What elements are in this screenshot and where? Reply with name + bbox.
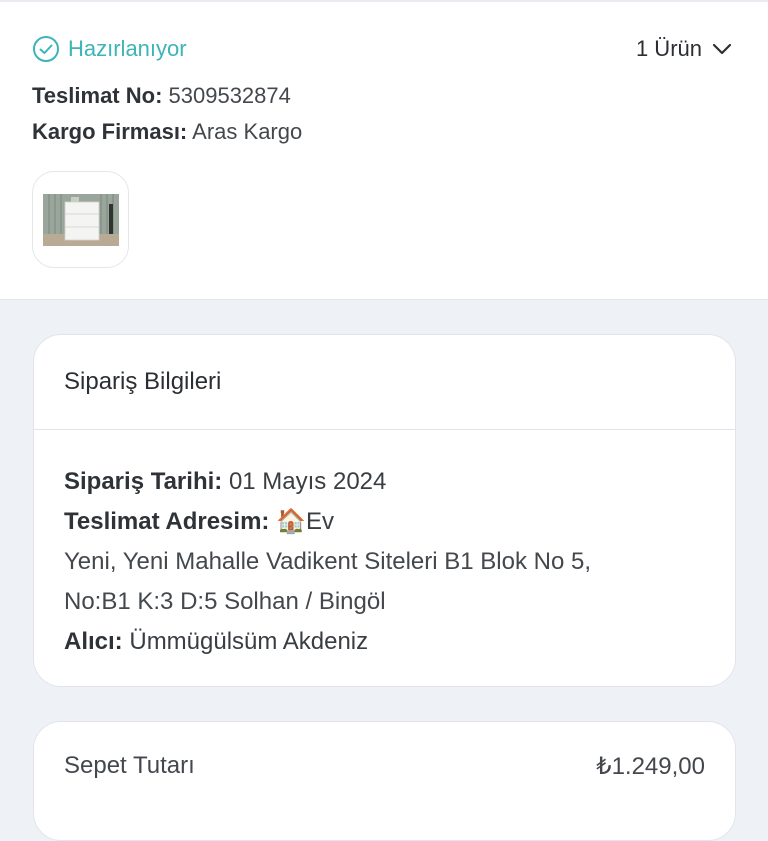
shipment-status: Hazırlanıyor xyxy=(32,35,187,63)
product-thumbnail[interactable] xyxy=(32,171,129,268)
basket-total-amount: ₺1.249,00 xyxy=(596,753,705,780)
item-count-label: 1 Ürün xyxy=(635,36,702,61)
carrier-label: Kargo Firması: xyxy=(32,119,188,144)
address-name: Ev xyxy=(305,508,334,535)
address-line-1: Yeni, Yeni Mahalle Vadikent Siteleri B1 … xyxy=(64,548,592,575)
carrier-value: Aras Kargo xyxy=(192,119,303,144)
recipient-label: Alıcı: xyxy=(64,628,123,655)
delivery-number: Teslimat No: 5309532874 xyxy=(32,83,291,109)
recipient-row: Alıcı: Ümmügülsüm Akdeniz xyxy=(64,622,705,662)
chevron-down-icon xyxy=(712,36,732,62)
basket-total-row: Sepet Tutarı ₺1.249,00 xyxy=(64,752,705,781)
payment-summary-card: Sepet Tutarı ₺1.249,00 xyxy=(33,721,736,841)
delivery-number-label: Teslimat No: xyxy=(32,83,163,108)
item-count-toggle[interactable]: 1 Ürün xyxy=(636,36,732,62)
order-info-card: Sipariş Bilgileri Sipariş Tarihi: 01 May… xyxy=(33,334,736,687)
delivery-address-label: Teslimat Adresim: xyxy=(64,508,270,535)
order-info-title: Sipariş Bilgileri xyxy=(34,335,735,430)
order-date-value: 01 Mayıs 2024 xyxy=(228,468,387,495)
basket-total-label: Sepet Tutarı xyxy=(64,752,195,779)
carrier: Kargo Firması: Aras Kargo xyxy=(32,119,302,145)
recipient-value: Ümmügülsüm Akdeniz xyxy=(129,628,369,655)
house-icon: 🏠 xyxy=(276,508,306,535)
delivery-number-value: 5309532874 xyxy=(168,83,291,108)
order-date-row: Sipariş Tarihi: 01 Mayıs 2024 xyxy=(64,462,705,502)
check-circle-icon xyxy=(32,35,60,63)
shipment-header: Hazırlanıyor 1 Ürün xyxy=(32,33,732,65)
shipment-card: Hazırlanıyor 1 Ürün Teslimat No: 5309532… xyxy=(0,0,768,300)
address-line-2: No:B1 K:3 D:5 Solhan / Bingöl xyxy=(64,588,386,615)
delivery-address-row: Teslimat Adresim: 🏠Ev xyxy=(64,502,705,542)
status-label: Hazırlanıyor xyxy=(68,36,187,61)
order-info-body: Sipariş Tarihi: 01 Mayıs 2024 Teslimat A… xyxy=(34,430,735,662)
product-image xyxy=(42,193,119,246)
order-date-label: Sipariş Tarihi: xyxy=(64,468,223,495)
